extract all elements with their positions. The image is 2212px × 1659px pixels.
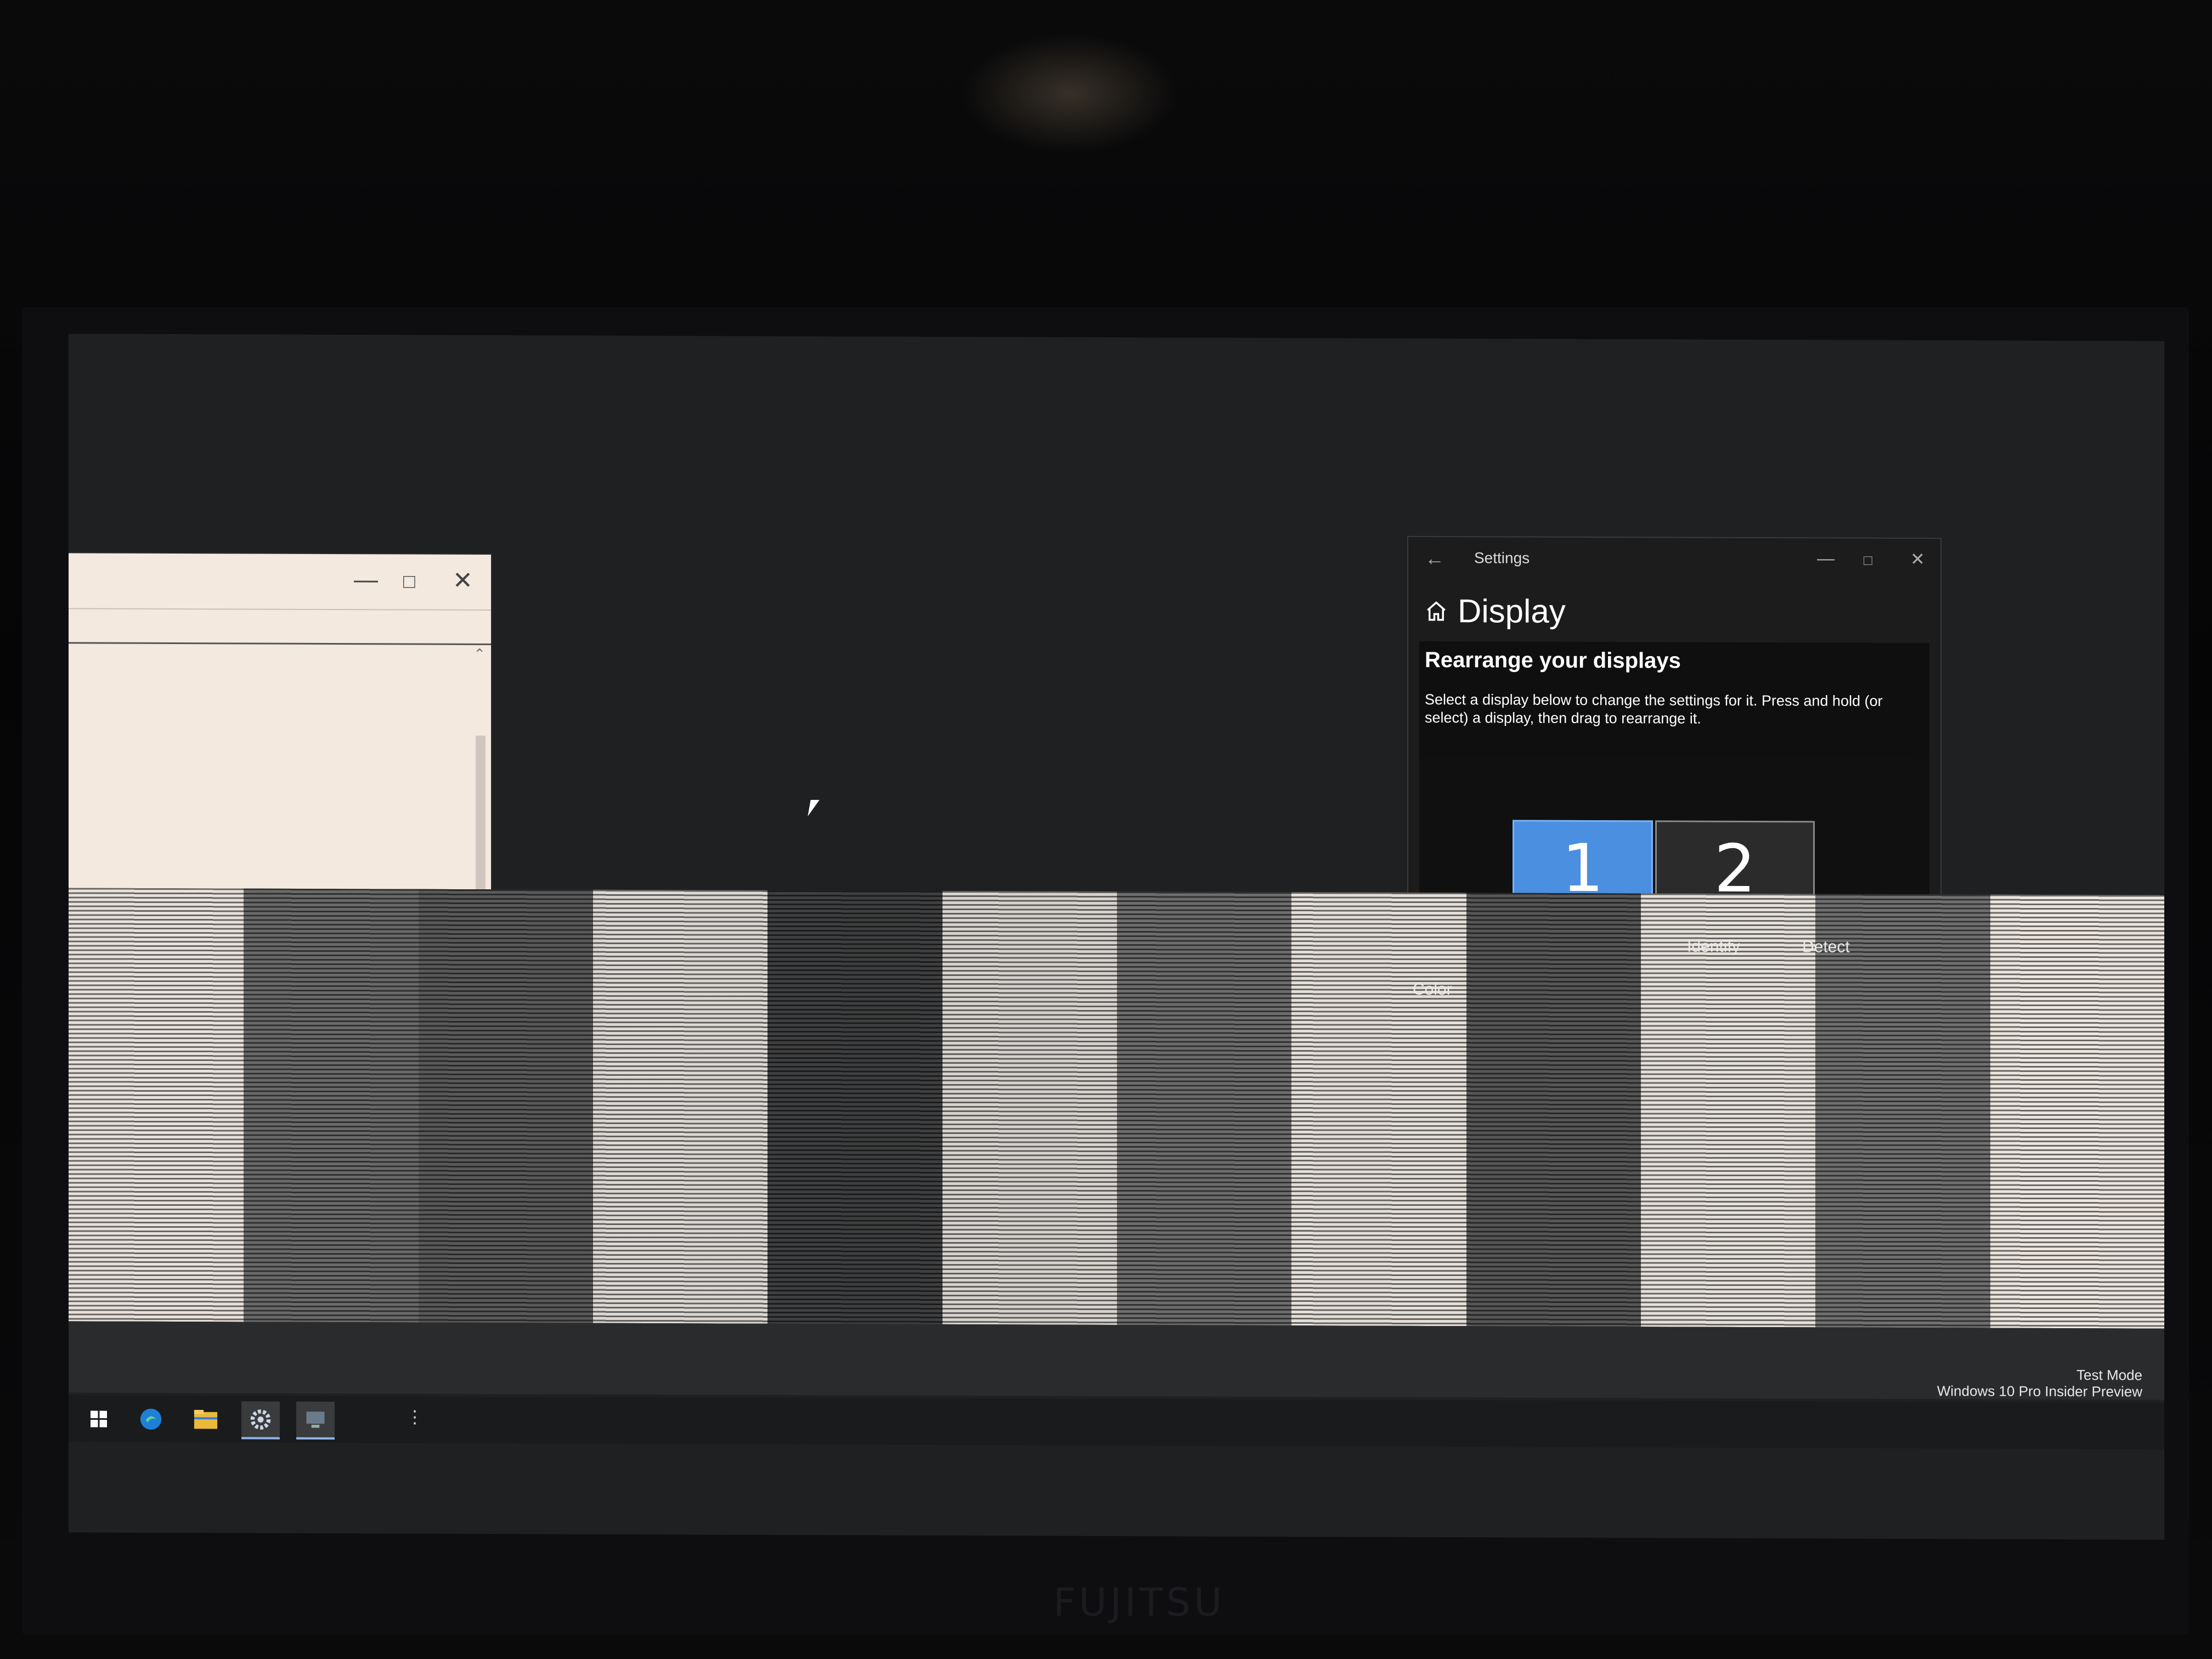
watermark-line-2: Windows 10 Pro Insider Preview: [1937, 1383, 2142, 1400]
mouse-cursor-icon: [808, 800, 820, 817]
taskbar: ⋮: [69, 1395, 2164, 1449]
back-arrow-icon[interactable]: ←: [1425, 547, 1444, 570]
scroll-up-icon[interactable]: ⌃: [473, 646, 486, 663]
settings-icon[interactable]: [241, 1401, 280, 1440]
glitch-column: [1989, 894, 2164, 1329]
left-window-titlebar[interactable]: — □ ✕: [69, 553, 491, 611]
settings-window[interactable]: ← Settings — □ ✕ Display Rearrange your …: [1407, 535, 1942, 918]
color-label: Color: [1413, 980, 1452, 999]
page-title: Display: [1458, 592, 1566, 630]
glitch-column: [1465, 893, 1641, 1327]
close-icon[interactable]: ✕: [453, 567, 473, 595]
monitor-brand-logo: FUJITSU: [1053, 1580, 1226, 1625]
start-icon[interactable]: [80, 1401, 118, 1436]
glitch-column: [69, 888, 244, 1322]
glitch-column: [243, 888, 419, 1323]
maximize-icon[interactable]: □: [403, 569, 415, 592]
glitch-column: [417, 889, 593, 1323]
settings-window-title: Settings: [1474, 549, 1530, 567]
file-explorer-icon[interactable]: [187, 1401, 225, 1437]
glitch-column: [1116, 891, 1292, 1326]
home-icon[interactable]: [1425, 599, 1448, 622]
section-title: Rearrange your displays: [1425, 647, 1681, 673]
detect-button[interactable]: Detect: [1802, 938, 1850, 956]
glitch-column: [592, 889, 768, 1324]
settings-titlebar[interactable]: ← Settings — □ ✕: [1408, 537, 1940, 583]
display-glitch-band: Identify Detect Color: [69, 888, 2164, 1329]
settings-header: Display: [1425, 592, 1566, 630]
device-manager-icon[interactable]: [296, 1401, 335, 1440]
glitch-column: [941, 890, 1117, 1325]
minimize-icon[interactable]: —: [354, 566, 378, 594]
glitch-column: [767, 890, 943, 1324]
close-icon[interactable]: ✕: [1910, 549, 1925, 569]
rearrange-panel: Rearrange your displays Select a display…: [1419, 641, 1929, 918]
glitch-column: [1815, 894, 1990, 1328]
glitch-column: [1640, 893, 1816, 1328]
section-description: Select a display below to change the set…: [1425, 691, 1883, 727]
glitch-column: [1291, 892, 1466, 1327]
edge-icon[interactable]: [132, 1401, 170, 1437]
overflow-icon[interactable]: ⋮: [406, 1406, 424, 1427]
maximize-icon[interactable]: □: [1864, 552, 1872, 569]
monitor-screen: — □ ✕ ⌃ ← Settings — □ ✕ Display Rearran…: [69, 334, 2164, 1540]
left-window-menubar: [69, 609, 491, 646]
display-arrangement-area[interactable]: 1 2: [1419, 756, 1929, 918]
identify-button[interactable]: Identify: [1687, 938, 1740, 956]
watermark-line-1: Test Mode: [2076, 1367, 2142, 1384]
minimize-icon[interactable]: —: [1817, 548, 1835, 568]
lamp-glow: [960, 33, 1180, 154]
